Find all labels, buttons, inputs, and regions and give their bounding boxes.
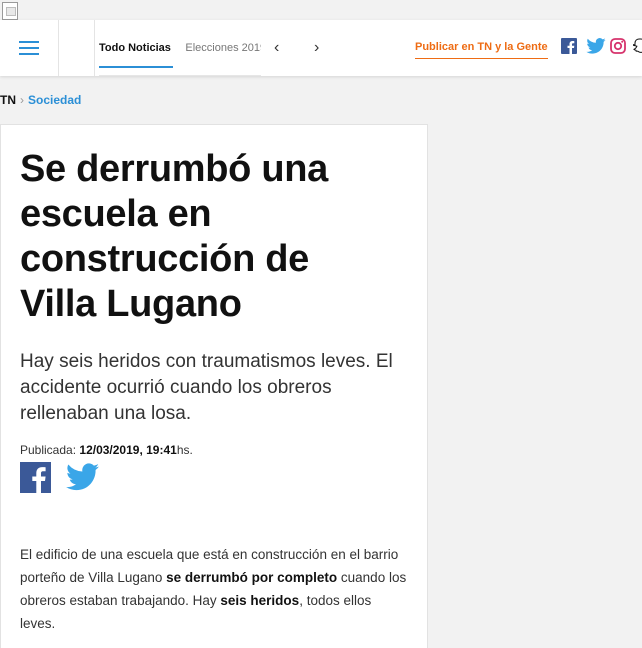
breadcrumb-separator: ›	[20, 93, 24, 107]
article-body-paragraph: El edificio de una escuela que está en c…	[20, 543, 410, 635]
breadcrumb: TN › Sociedad	[0, 93, 81, 107]
snapchat-icon[interactable]	[632, 38, 642, 59]
body-bold-segment: se derrumbó por completo	[166, 570, 338, 585]
body-bold-segment: seis heridos	[220, 593, 300, 608]
published-date-value: 12/03/2019, 19:41	[79, 443, 177, 457]
section-nav: Todo Noticias Elecciones 2019	[99, 20, 261, 76]
publicar-link[interactable]: Publicar en TN y la Gente	[415, 41, 548, 59]
instagram-icon[interactable]	[610, 38, 626, 59]
facebook-share-icon[interactable]	[20, 462, 51, 498]
breadcrumb-section[interactable]: Sociedad	[28, 93, 81, 107]
top-navigation-bar: Todo Noticias Elecciones 2019 ‹ › Public…	[0, 20, 642, 76]
article-card: Se derrumbó una escuela en construcción …	[0, 124, 428, 648]
article-subtitle: Hay seis heridos con traumatismos leves.…	[20, 351, 393, 424]
breadcrumb-home[interactable]: TN	[0, 93, 16, 107]
nav-item-todo-noticias[interactable]: Todo Noticias	[99, 20, 173, 75]
article-title: Se derrumbó una escuela en construcción …	[20, 148, 328, 325]
published-label: Publicada:	[20, 443, 77, 457]
twitter-share-icon[interactable]	[66, 463, 99, 496]
logo-slot[interactable]	[58, 20, 95, 76]
twitter-icon[interactable]	[586, 38, 606, 59]
facebook-icon[interactable]	[561, 38, 577, 59]
chevron-left-icon[interactable]: ‹	[274, 40, 279, 56]
publication-date: Publicada: 12/03/2019, 19:41hs.	[20, 443, 193, 457]
broken-image-icon	[2, 2, 18, 20]
chevron-right-icon[interactable]: ›	[314, 40, 319, 56]
published-suffix: hs.	[176, 443, 193, 457]
nav-item-elecciones-2019[interactable]: Elecciones 2019	[185, 20, 261, 75]
menu-icon[interactable]	[19, 41, 39, 55]
